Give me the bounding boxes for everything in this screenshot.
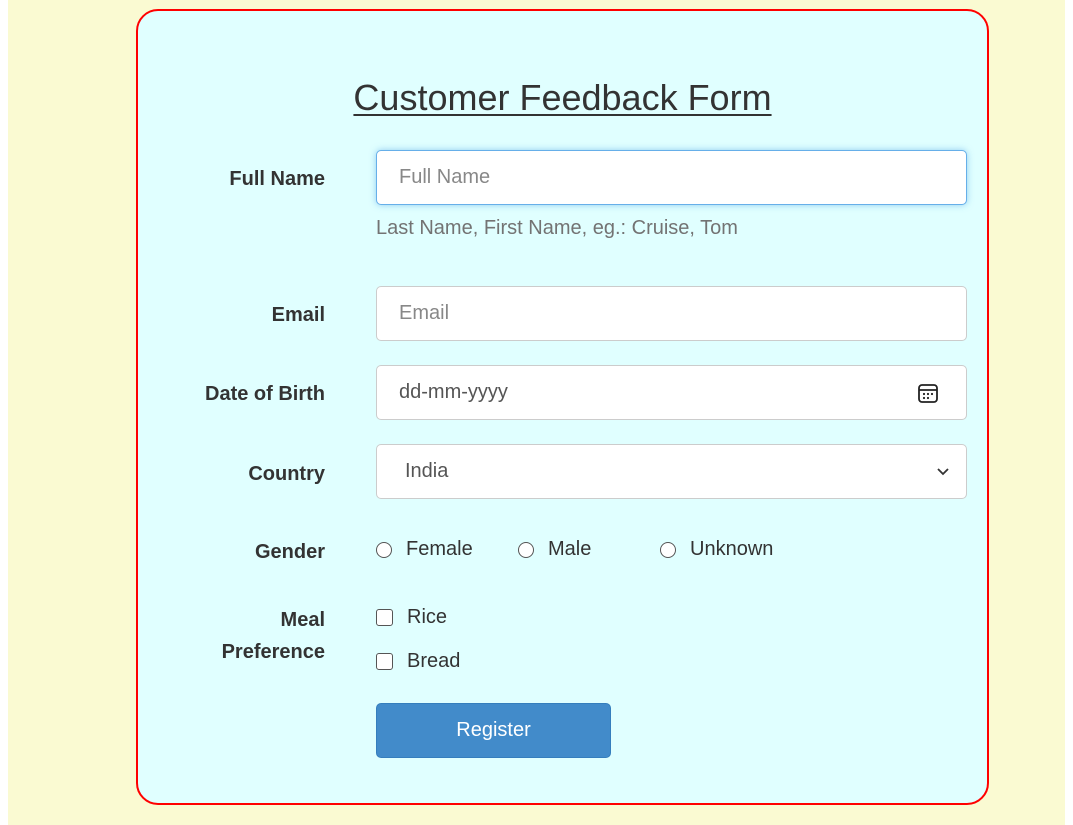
gender-option-label: Male — [548, 538, 592, 560]
radio-unknown[interactable] — [660, 541, 676, 558]
country-select[interactable]: India — [376, 444, 967, 499]
email-label: Email — [271, 304, 325, 326]
meal-option-rice[interactable]: Rice — [376, 606, 447, 629]
dob-input[interactable]: dd-mm-yyyy — [376, 365, 967, 420]
form-title: Customer Feedback Form — [353, 77, 772, 118]
gender-option-male[interactable]: Male — [518, 538, 591, 561]
radio-female[interactable] — [376, 541, 392, 558]
radio-male[interactable] — [518, 541, 534, 558]
meal-option-bread[interactable]: Bread — [376, 650, 460, 673]
full-name-input[interactable] — [376, 150, 967, 205]
country-selected-value: India — [405, 460, 449, 482]
feedback-form-card: Customer Feedback Form Full Name Last Na… — [136, 9, 989, 805]
chevron-down-icon — [937, 468, 949, 476]
register-button[interactable]: Register — [376, 703, 611, 758]
meal-option-label: Bread — [407, 650, 461, 672]
gender-option-label: Unknown — [690, 538, 774, 560]
checkbox-rice[interactable] — [376, 609, 393, 626]
email-input[interactable] — [376, 286, 967, 341]
calendar-icon[interactable] — [916, 381, 940, 405]
dob-label: Date of Birth — [205, 383, 325, 405]
full-name-label: Full Name — [229, 168, 325, 190]
meal-option-label: Rice — [407, 606, 448, 628]
meal-label-line1: Meal — [280, 609, 325, 631]
gender-option-label: Female — [406, 538, 473, 560]
gender-option-unknown[interactable]: Unknown — [660, 538, 773, 561]
gender-option-female[interactable]: Female — [376, 538, 473, 561]
checkbox-bread[interactable] — [376, 653, 393, 670]
full-name-help-text: Last Name, First Name, eg.: Cruise, Tom — [376, 217, 738, 239]
dob-value: dd-mm-yyyy — [399, 381, 508, 403]
gender-label: Gender — [254, 541, 325, 563]
meal-label-line2: Preference — [221, 641, 325, 663]
country-label: Country — [248, 463, 325, 485]
